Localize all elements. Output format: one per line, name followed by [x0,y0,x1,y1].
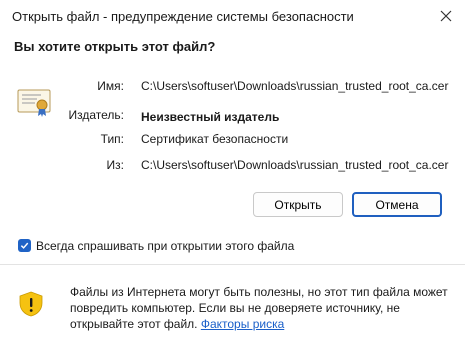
title-bar: Открыть файл - предупреждение системы бе… [0,0,465,34]
publisher-label: Издатель: [68,108,125,122]
dialog-heading: Вы хотите открыть этот файл? [14,39,216,54]
divider [0,264,465,265]
cancel-button[interactable]: Отмена [352,192,442,217]
type-value: Сертификат безопасности [141,132,289,146]
always-ask-checkbox[interactable] [18,239,31,252]
name-label: Имя: [97,79,124,93]
from-label: Из: [106,158,124,172]
checkmark-icon [20,242,29,249]
from-value: C:\Users\softuser\Downloads\russian_trus… [141,158,449,172]
always-ask-label[interactable]: Всегда спрашивать при открытии этого фай… [36,239,294,253]
type-label: Тип: [100,132,124,146]
open-button[interactable]: Открыть [253,192,343,217]
close-icon [440,10,452,22]
name-value: C:\Users\softuser\Downloads\russian_trus… [141,79,449,93]
window-title: Открыть файл - предупреждение системы бе… [12,9,354,24]
publisher-value: Неизвестный издатель [141,110,280,124]
close-button[interactable] [433,4,459,28]
warning-text-block: Файлы из Интернета могут быть полезны, н… [70,284,450,332]
risk-factors-link[interactable]: Факторы риска [201,317,284,331]
shield-warning-icon [19,291,43,317]
